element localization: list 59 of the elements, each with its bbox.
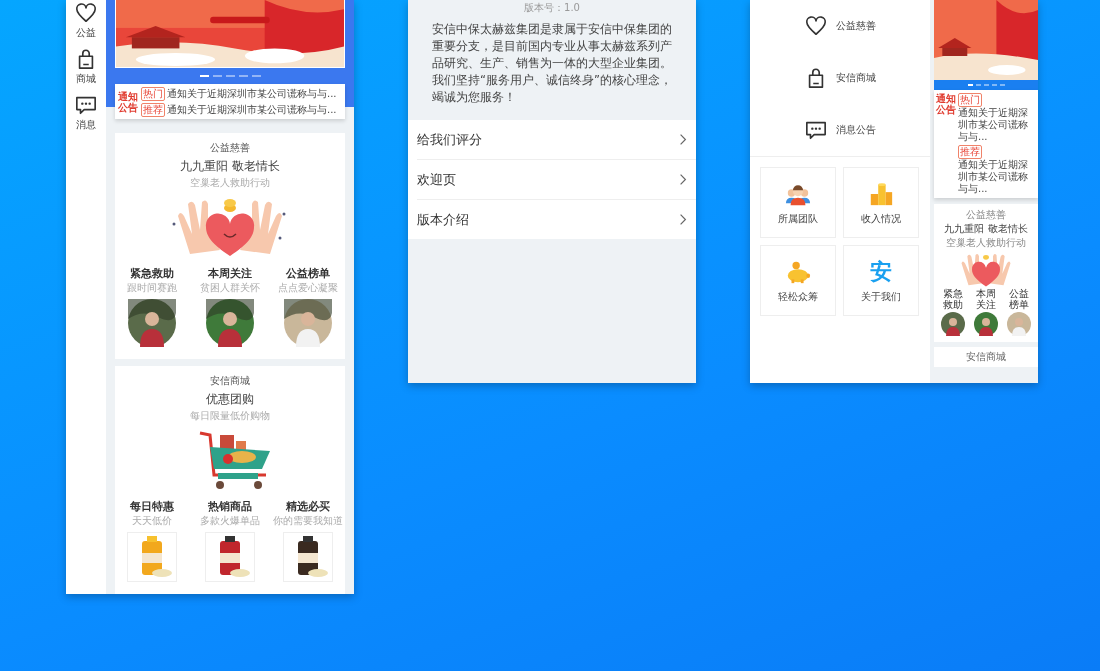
section-label: 安信商城 — [210, 374, 250, 388]
coins-icon — [868, 180, 894, 207]
column-title[interactable]: 公益榜单 — [286, 266, 330, 281]
column-subtitle: 贫困人群关怀 — [200, 281, 260, 295]
tag: 推荐 — [958, 145, 982, 159]
column-subtitle: 点点爱心凝聚 — [278, 281, 338, 295]
column-subtitle: 多款火爆单品 — [200, 514, 260, 528]
heart-icon — [75, 2, 97, 24]
column-title[interactable]: 每日特惠 — [130, 499, 174, 514]
notice-link[interactable]: 通知关于近期深圳市某公司谎称与与... — [958, 107, 1036, 143]
column-title[interactable]: 紧急救助 — [130, 266, 174, 281]
menu-item[interactable]: 欢迎页 — [417, 160, 696, 200]
section-label: 安信商城 — [966, 350, 1006, 364]
version-label: 版本号：1.0 — [524, 1, 580, 15]
section-label: 公益慈善 — [966, 208, 1006, 222]
column-title[interactable]: 精选必买 — [286, 499, 330, 514]
section-subtitle: 空巢老人救助行动 — [946, 236, 1026, 250]
chat-icon — [75, 94, 97, 116]
grid-tile[interactable]: 安 关于我们 — [843, 245, 919, 316]
grid-tile[interactable]: 轻松众筹 — [760, 245, 836, 316]
notice-link[interactable]: 通知关于近期深圳市某公司谎称与与... — [958, 159, 1036, 195]
menu-item[interactable]: 版本介绍 — [417, 200, 696, 239]
sidebar-item[interactable]: 消息 — [75, 94, 97, 132]
section-title: 九九重阳 敬老情长 — [944, 222, 1028, 236]
column-subtitle: 你的需要我知道 — [273, 514, 343, 528]
chevron-right-icon — [679, 133, 687, 146]
column-title[interactable]: 公益榜单 — [1009, 288, 1030, 310]
column-subtitle: 天天低价 — [132, 514, 172, 528]
section-label: 公益慈善 — [210, 141, 250, 155]
chevron-right-icon — [679, 213, 687, 226]
sidebar-item[interactable]: 公益 — [75, 2, 97, 40]
glyph-icon: 安 — [870, 258, 892, 285]
column-title[interactable]: 热销商品 — [208, 499, 252, 514]
tag: 推荐 — [141, 102, 165, 117]
chat-icon — [805, 119, 827, 141]
tag: 热门 — [141, 86, 165, 101]
menu-item[interactable]: 消息公告 — [750, 104, 930, 156]
notice-link[interactable]: 通知关于近期深圳市某公司谎称与与... — [167, 102, 337, 117]
intro-paragraph: 安信中保太赫兹集团是隶属于安信中保集团的重要分支，是目前国内专业从事太赫兹系列产品研究、生产、销售为一体的大型企业集团。我们坚持“服务用户、诚信终身”的核心理念，竭诚为您服务！ — [432, 21, 672, 106]
section-title: 九九重阳 敬老情长 — [180, 158, 280, 175]
section-subtitle: 空巢老人救助行动 — [190, 176, 270, 190]
menu-item[interactable]: 给我们评分 — [417, 120, 696, 160]
column-title[interactable]: 本周关注 — [976, 288, 996, 310]
notice-logo: 通知 公告 — [936, 93, 956, 117]
column-subtitle: 跟时间赛跑 — [127, 281, 177, 295]
section-title: 优惠团购 — [206, 391, 254, 408]
menu-item[interactable]: 公益慈善 — [750, 0, 930, 52]
heart-icon — [805, 15, 827, 37]
grid-tile[interactable]: 收入情况 — [843, 167, 919, 238]
column-title[interactable]: 紧急救助 — [942, 288, 963, 310]
notice-link[interactable]: 通知关于近期深圳市某公司谎称与与... — [167, 86, 337, 101]
section-subtitle: 每日限量低价购物 — [190, 409, 270, 423]
column-title[interactable]: 本周关注 — [208, 266, 252, 281]
sidebar-item[interactable]: 商城 — [75, 48, 97, 86]
notice-logo: 通知 公告 — [118, 90, 138, 113]
grid-tile[interactable]: 所属团队 — [760, 167, 836, 238]
chevron-right-icon — [679, 173, 687, 186]
tag: 热门 — [958, 93, 982, 107]
menu-item[interactable]: 安信商城 — [750, 52, 930, 104]
